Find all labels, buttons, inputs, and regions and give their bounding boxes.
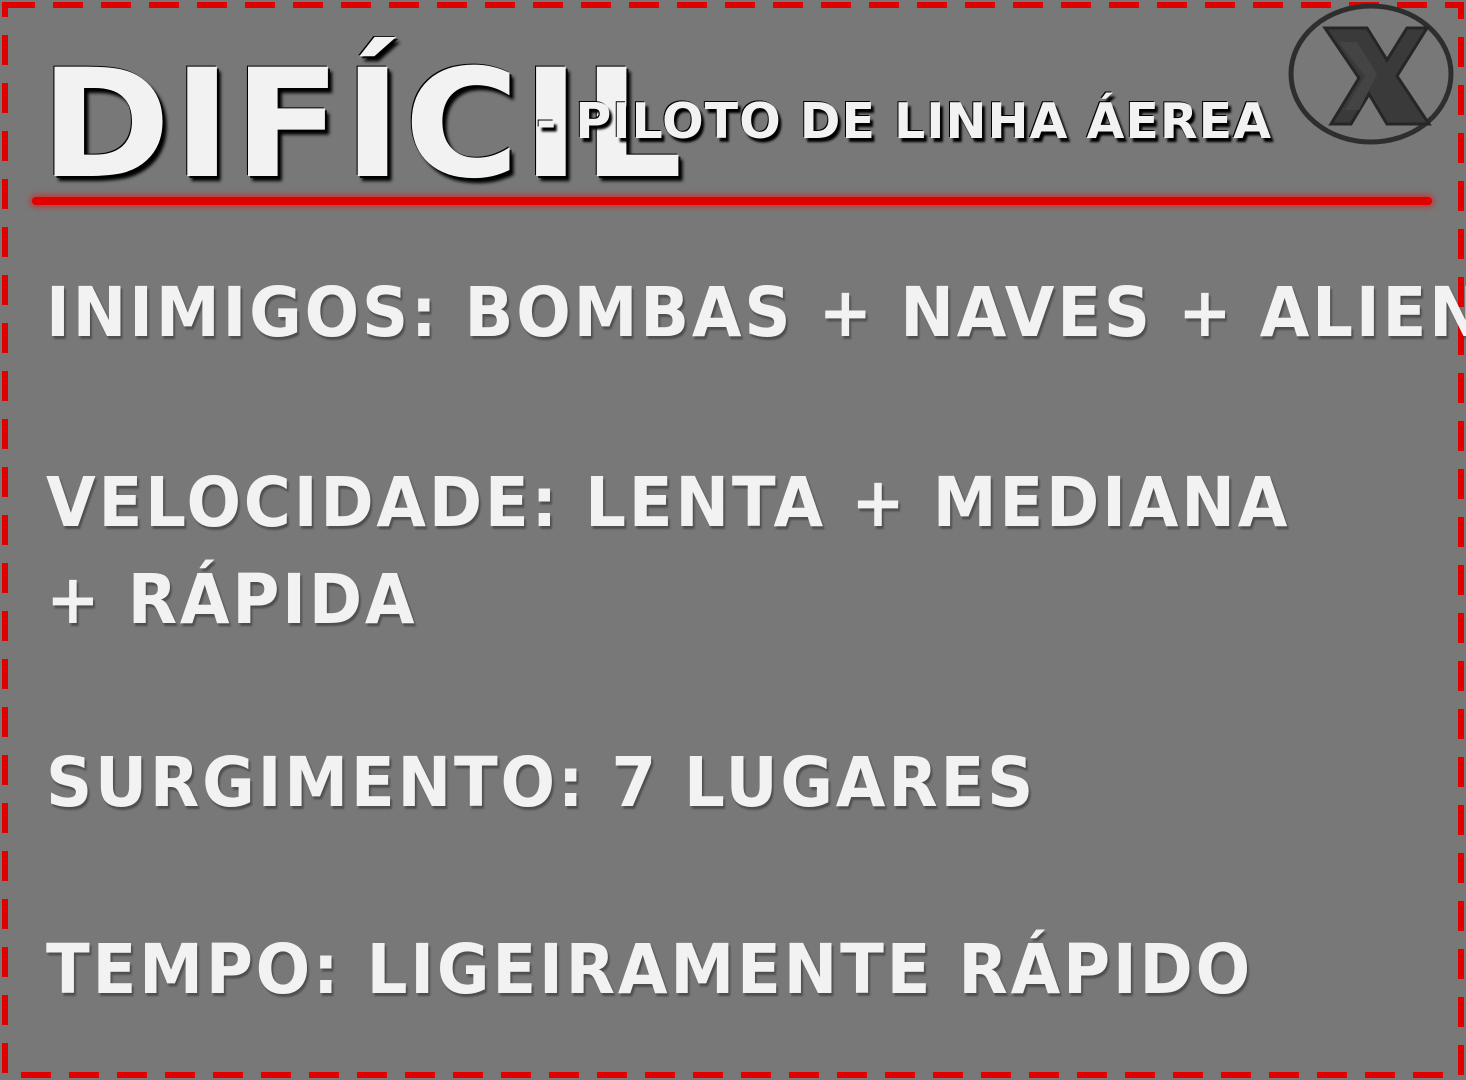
speed-line-continued: + RÁPIDA bbox=[46, 560, 418, 640]
enemies-line: INIMIGOS: BOMBAS + NAVES + ALIENS bbox=[46, 273, 1466, 353]
speed-line: VELOCIDADE: LENTA + MEDIANA bbox=[46, 463, 1291, 543]
time-line: TEMPO: LIGEIRAMENTE RÁPIDO bbox=[46, 930, 1253, 1010]
mode-subtitle: - PILOTO DE LINHA ÁEREA bbox=[536, 93, 1272, 150]
title-underline bbox=[32, 197, 1432, 205]
spawn-line: SURGIMENTO: 7 LUGARES bbox=[46, 743, 1037, 823]
difficulty-card: DIFÍCIL - PILOTO DE LINHA ÁEREA INIMIGOS… bbox=[0, 0, 1466, 1080]
x-circle-icon[interactable] bbox=[1287, 2, 1455, 150]
